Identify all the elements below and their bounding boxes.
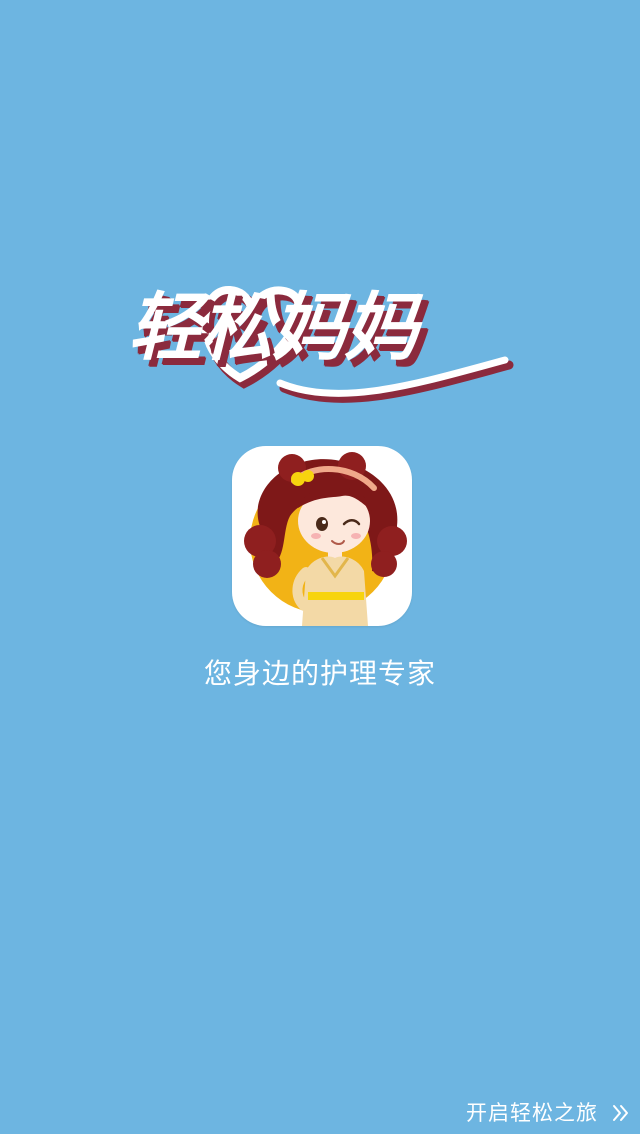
double-chevron-right-icon [613,1105,628,1121]
start-journey-button[interactable]: 开启轻松之旅 [466,1094,630,1132]
splash-screen: 轻松妈妈 您身边的护理专家 开启轻松之旅 [0,0,640,1134]
app-tagline: 您身边的护理专家 [203,657,436,690]
start-journey-label: 开启轻松之旅 [466,1101,598,1125]
app-icon [232,446,412,626]
app-logo: 轻松妈妈 [120,268,520,403]
app-name: 轻松妈妈 [128,285,418,371]
mom-avatar-icon [244,452,407,626]
